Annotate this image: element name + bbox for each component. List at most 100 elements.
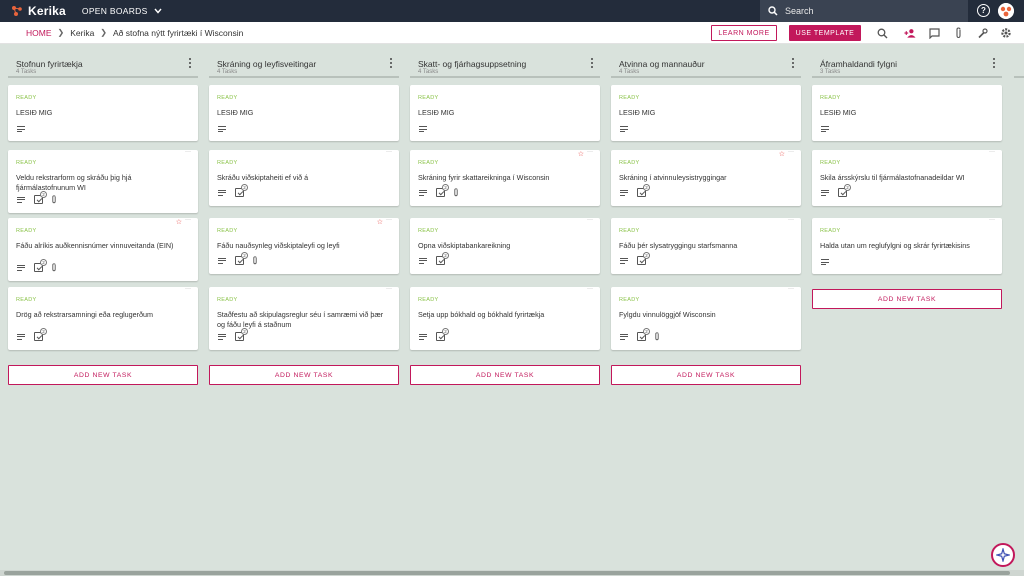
breadcrumb-account[interactable]: Kerika [70, 28, 94, 38]
star-icon[interactable]: ☆ [779, 150, 785, 158]
chevron-down-icon [154, 8, 162, 14]
task-card[interactable]: READY Opna viðskiptabankareikning ··· 2 [410, 217, 600, 274]
more-horizontal-icon[interactable]: ··· [587, 286, 593, 292]
task-card[interactable]: READY Skila ársskýrslu til fjármálastofna… [812, 149, 1002, 206]
task-card[interactable]: READY Drög að rekstrarsamningi eða reglug… [8, 286, 198, 350]
task-card[interactable]: READY Veldu rekstrarform og skráðu þig hj… [8, 149, 198, 213]
column-header: Skráning og leyfisveitingar 4 Tasks [209, 52, 399, 78]
task-status: READY [217, 95, 238, 101]
task-icons [419, 126, 436, 132]
more-horizontal-icon[interactable]: ··· [788, 286, 794, 292]
breadcrumb-board: Að stofna nýtt fyrirtæki í Wisconsin [113, 27, 244, 38]
more-horizontal-icon[interactable]: ··· [386, 217, 392, 223]
more-horizontal-icon[interactable]: ··· [587, 217, 593, 223]
task-title: Fáðu nauðsynleg viðskiptaleyfi og leyfi [217, 241, 340, 250]
task-card[interactable]: READY Fáðu nauðsynleg viðskiptaleyfi og l… [209, 217, 399, 274]
description-icon [218, 333, 226, 340]
task-card[interactable]: READY LESIÐ MIG [410, 85, 600, 141]
learn-more-button[interactable]: LEARN MORE [711, 25, 777, 41]
more-horizontal-icon[interactable]: ··· [788, 149, 794, 155]
task-card[interactable]: READY Setja upp bókhald og bókhald fyrirt… [410, 286, 600, 350]
more-horizontal-icon[interactable]: ··· [587, 149, 593, 155]
avatar[interactable] [998, 3, 1014, 19]
add-new-task-button[interactable]: ADD NEW TASK [410, 365, 600, 385]
column-0: Stofnun fyrirtækja 4 Tasks READY LESIÐ MIG R… [8, 52, 198, 385]
task-title: Fáðu þér slysatryggingu starfsmanna [619, 241, 738, 250]
more-vertical-icon[interactable] [188, 58, 192, 68]
task-title: Halda utan um reglufylgni og skrár fyrir… [820, 241, 970, 250]
help-icon[interactable]: ? [977, 4, 990, 17]
star-icon[interactable]: ☆ [377, 218, 383, 226]
column-header: Áframhaldandi fylgni 3 Tasks [812, 52, 1002, 78]
assistant-button[interactable] [991, 543, 1015, 567]
add-new-task-button[interactable]: ADD NEW TASK [611, 365, 801, 385]
task-title: Veldu rekstrarform og skráðu þig hjá fjá… [16, 173, 132, 192]
task-card[interactable]: READY Fáðu þér slysatryggingu starfsmanna… [611, 217, 801, 274]
more-horizontal-icon[interactable]: ··· [185, 217, 191, 223]
task-card[interactable]: READY Fáðu alríkis auðkennisnúmer vinnuve… [8, 217, 198, 281]
more-vertical-icon[interactable] [992, 58, 996, 68]
more-vertical-icon[interactable] [590, 58, 594, 68]
task-title: LESIÐ MIG [16, 108, 53, 117]
checklist-count-badge: 2 [643, 328, 650, 335]
sparkle-icon [996, 548, 1010, 562]
kerika-logo[interactable]: Kerika [10, 0, 66, 22]
more-vertical-icon[interactable] [791, 58, 795, 68]
task-status: READY [820, 160, 841, 166]
task-icons [620, 126, 637, 132]
column-title[interactable]: Skráning og leyfisveitingar [217, 59, 316, 69]
task-card[interactable]: READY LESIÐ MIG [812, 85, 1002, 141]
more-horizontal-icon[interactable]: ··· [989, 217, 995, 223]
task-card[interactable]: READY Staðfestu að skipulagsreglur séu í … [209, 286, 399, 350]
paperclip-icon[interactable] [952, 27, 964, 39]
column-title[interactable]: Skatt- og fjárhagsuppsetning [418, 59, 526, 69]
task-card[interactable]: READY Skráning fyrir skattareikninga í Wi… [410, 149, 600, 206]
more-horizontal-icon[interactable]: ··· [788, 217, 794, 223]
more-horizontal-icon[interactable]: ··· [386, 286, 392, 292]
more-horizontal-icon[interactable]: ··· [386, 149, 392, 155]
column-title[interactable]: Atvinna og mannauður [619, 59, 705, 69]
task-card[interactable]: READY Fylgdu vinnulöggjöf Wisconsin ··· 2 [611, 286, 801, 350]
paperclip-icon [253, 256, 257, 265]
open-boards-menu[interactable]: OPEN BOARDS [82, 6, 162, 16]
star-icon[interactable]: ☆ [176, 218, 182, 226]
add-new-task-button[interactable]: ADD NEW TASK [812, 289, 1002, 309]
description-icon [821, 189, 829, 196]
task-card[interactable]: READY Halda utan um reglufylgni og skrár … [812, 217, 1002, 274]
add-person-icon[interactable] [904, 27, 916, 39]
task-icons: 2 [821, 184, 855, 197]
logo-text: Kerika [28, 4, 66, 18]
more-horizontal-icon[interactable]: ··· [185, 149, 191, 155]
add-new-task-button[interactable]: ADD NEW TASK [209, 365, 399, 385]
task-status: READY [217, 297, 238, 303]
use-template-button[interactable]: USE TEMPLATE [789, 25, 861, 41]
more-horizontal-icon[interactable]: ··· [989, 149, 995, 155]
column-task-count: 4 Tasks [217, 69, 238, 75]
more-horizontal-icon[interactable]: ··· [185, 286, 191, 292]
task-card[interactable]: READY Skráning í atvinnuleysistryggingar ☆… [611, 149, 801, 206]
scrollbar-thumb[interactable] [4, 571, 1010, 575]
search-input[interactable] [785, 6, 945, 16]
task-card[interactable]: READY LESIÐ MIG [209, 85, 399, 141]
search-box[interactable] [760, 0, 968, 22]
add-new-task-button[interactable]: ADD NEW TASK [8, 365, 198, 385]
checklist-count-badge: 2 [40, 328, 47, 335]
gear-icon[interactable] [1000, 27, 1012, 39]
checklist-count-badge: 2 [442, 184, 449, 191]
search-icon[interactable] [876, 27, 888, 39]
tools-icon[interactable] [976, 27, 988, 39]
chat-icon[interactable] [928, 27, 940, 39]
more-vertical-icon[interactable] [389, 58, 393, 68]
checklist-icon: 2 [34, 191, 47, 204]
task-card[interactable]: READY LESIÐ MIG [611, 85, 801, 141]
open-boards-label: OPEN BOARDS [81, 6, 148, 16]
task-card[interactable]: READY Skráðu viðskiptaheiti ef við á ··· 2 [209, 149, 399, 206]
checklist-icon: 2 [436, 252, 449, 265]
breadcrumb-home[interactable]: HOME [26, 28, 52, 38]
task-card[interactable]: READY LESIÐ MIG [8, 85, 198, 141]
star-icon[interactable]: ☆ [578, 150, 584, 158]
column-title[interactable]: Stofnun fyrirtækja [16, 59, 83, 69]
column-title[interactable]: Áframhaldandi fylgni [820, 59, 897, 69]
horizontal-scrollbar[interactable] [0, 570, 1024, 576]
task-icons [17, 126, 34, 132]
